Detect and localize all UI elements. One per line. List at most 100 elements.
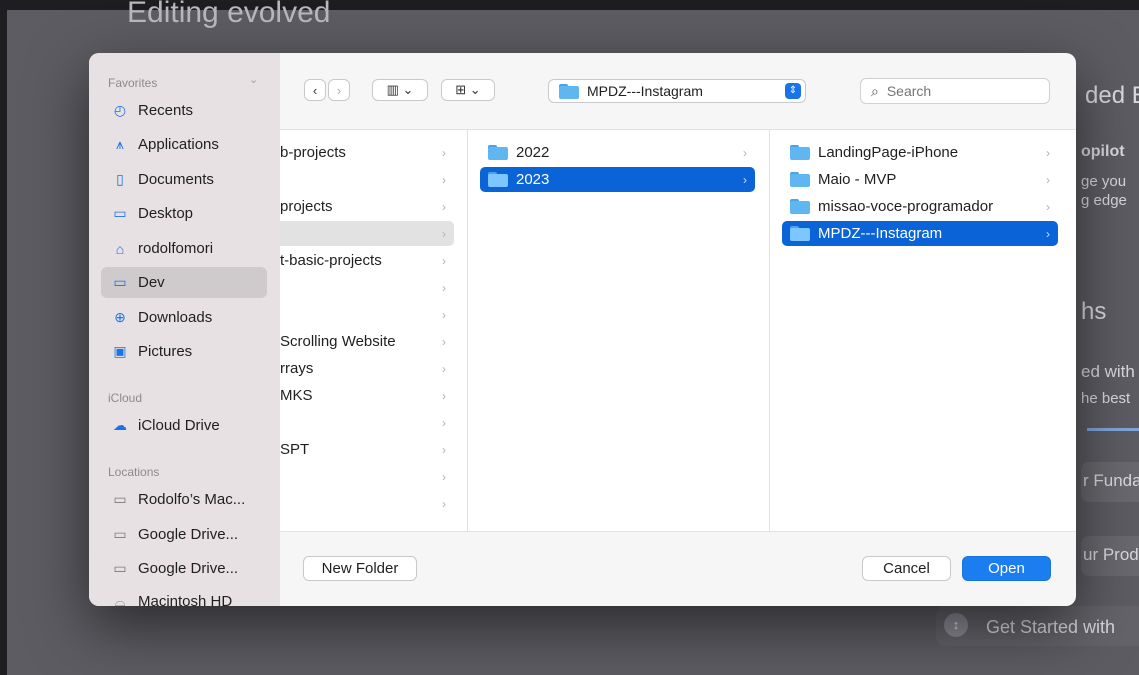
sidebar-item-home[interactable]: ⌂ rodolfomori	[101, 233, 267, 264]
sidebar-item-macintosh-hd[interactable]: ⌓ Macintosh HD	[101, 586, 267, 606]
background-cta-label: Get Started with	[986, 617, 1116, 637]
chevron-right-icon: ›	[743, 145, 747, 160]
search-input[interactable]	[884, 82, 1029, 100]
list-item[interactable]: 2023 ›	[480, 167, 755, 192]
list-item-label: SPT	[280, 441, 310, 458]
view-mode-button[interactable]: ▥ ⌄	[372, 79, 428, 101]
chevron-right-icon: ›	[442, 145, 446, 160]
sidebar-item-label: Dev	[138, 274, 165, 291]
sidebar-item-label: Rodolfo’s Mac...	[138, 491, 246, 508]
chevron-left-icon: ‹	[312, 82, 318, 98]
pictures-icon: ▣	[113, 343, 127, 359]
chevron-right-icon: ›	[442, 199, 446, 214]
list-item[interactable]: ›	[280, 464, 454, 489]
sidebar-header-locations: Locations	[108, 465, 160, 479]
sidebar-item-label: Documents	[138, 171, 214, 188]
sidebar-item-google-drive-2[interactable]: ▭ Google Drive...	[101, 553, 267, 584]
list-item-label: LandingPage-iPhone	[818, 144, 959, 161]
list-item[interactable]: ›	[280, 275, 454, 300]
new-folder-button[interactable]: New Folder	[303, 556, 417, 581]
list-item[interactable]: 2022 ›	[480, 140, 755, 165]
sidebar-item-dev[interactable]: ▭ Dev	[101, 267, 267, 298]
chevron-right-icon: ›	[442, 253, 446, 268]
folder-icon	[559, 83, 579, 99]
grid-icon: ⊞ ⌄	[455, 82, 481, 97]
background-title: Editing evolved	[127, 0, 331, 29]
list-item[interactable]: Maio - MVP ›	[782, 167, 1058, 192]
sidebar-item-label: Pictures	[138, 343, 193, 360]
chevron-right-icon: ›	[442, 388, 446, 403]
back-button[interactable]: ‹	[304, 79, 326, 101]
chevron-right-icon: ›	[336, 82, 342, 98]
chevron-right-icon: ›	[442, 361, 446, 376]
search-icon: ⌕	[871, 82, 879, 99]
sidebar-item-mac[interactable]: ▭ Rodolfo’s Mac...	[101, 484, 267, 515]
list-item[interactable]: ›	[280, 410, 454, 435]
chevron-right-icon: ›	[442, 442, 446, 457]
list-item[interactable]: ›	[280, 167, 454, 192]
logo-icon: ↕	[944, 613, 968, 637]
background-text: he best	[1081, 390, 1131, 407]
list-item[interactable]: MPDZ---Instagram ›	[782, 221, 1058, 246]
column-browser: b-projects › › projects › › t-basic-projec…	[280, 129, 1076, 532]
background-text: g edge	[1081, 192, 1127, 209]
path-popup-button[interactable]: MPDZ---Instagram ⇕	[548, 79, 806, 103]
list-item[interactable]: ›	[280, 491, 454, 516]
sidebar-item-recents[interactable]: ◴ Recents	[101, 95, 267, 126]
list-item[interactable]: ›	[280, 221, 454, 246]
chevron-right-icon: ›	[1046, 226, 1050, 241]
list-item[interactable]: projects ›	[280, 194, 454, 219]
list-item[interactable]: ›	[280, 302, 454, 327]
background-text: opilot	[1081, 143, 1125, 160]
cancel-button[interactable]: Cancel	[862, 556, 951, 581]
chevron-down-icon[interactable]: ⌄	[249, 73, 258, 86]
list-item-label: t-basic-projects	[280, 252, 382, 269]
download-icon: ⊕	[114, 309, 126, 325]
list-item[interactable]: rrays ›	[280, 356, 454, 381]
group-button[interactable]: ⊞ ⌄	[441, 79, 495, 101]
column-1: b-projects › › projects › › t-basic-projec…	[280, 130, 468, 531]
folder-icon	[488, 172, 508, 187]
folder-icon	[790, 145, 810, 160]
background-divider	[1087, 428, 1139, 431]
forward-button[interactable]: ›	[328, 79, 350, 101]
list-item-label: rrays	[280, 360, 314, 377]
sidebar-item-google-drive-1[interactable]: ▭ Google Drive...	[101, 519, 267, 550]
sidebar-item-label: Desktop	[138, 205, 194, 222]
document-icon: ▯	[116, 171, 124, 187]
background-text: r Funda	[1083, 471, 1139, 490]
folder-icon	[790, 199, 810, 214]
sidebar-item-label: Downloads	[138, 309, 213, 326]
chevron-right-icon: ›	[1046, 145, 1050, 160]
sidebar-item-label: Applications	[138, 136, 219, 153]
home-icon: ⌂	[115, 240, 125, 257]
chevron-right-icon: ›	[442, 334, 446, 349]
list-item[interactable]: SPT ›	[280, 437, 454, 462]
chevron-right-icon: ›	[442, 172, 446, 187]
sidebar-item-documents[interactable]: ▯ Documents	[101, 164, 267, 195]
sidebar-item-icloud-drive[interactable]: ☁ iCloud Drive	[101, 410, 267, 441]
column-3: LandingPage-iPhone › Maio - MVP › missao-v…	[770, 130, 1076, 531]
sidebar-item-downloads[interactable]: ⊕ Downloads	[101, 302, 267, 333]
list-item-label: MPDZ---Instagram	[818, 225, 943, 242]
search-field[interactable]: ⌕	[860, 78, 1050, 104]
sidebar-item-pictures[interactable]: ▣ Pictures	[101, 336, 267, 367]
list-item[interactable]: LandingPage-iPhone ›	[782, 140, 1058, 165]
sidebar-item-label: Google Drive...	[138, 526, 239, 543]
chevron-right-icon: ›	[743, 172, 747, 187]
desktop-icon: ▭	[113, 205, 127, 221]
stepper-icon: ⇕	[785, 83, 801, 99]
list-item-label: 2022	[516, 144, 550, 161]
sidebar-item-applications[interactable]: ⩚ Applications	[101, 129, 267, 160]
sidebar-item-desktop[interactable]: ▭ Desktop	[101, 198, 267, 229]
list-item[interactable]: Scrolling Website ›	[280, 329, 454, 354]
list-item[interactable]: b-projects ›	[280, 140, 454, 165]
list-item[interactable]: MKS ›	[280, 383, 454, 408]
list-item[interactable]: missao-voce-programador ›	[782, 194, 1058, 219]
list-item-label: Maio - MVP	[818, 171, 897, 188]
sidebar-item-label: rodolfomori	[138, 240, 214, 257]
applications-icon: ⩚	[116, 136, 124, 152]
chevron-right-icon: ›	[442, 307, 446, 322]
list-item[interactable]: t-basic-projects ›	[280, 248, 454, 273]
open-button[interactable]: Open	[962, 556, 1051, 581]
